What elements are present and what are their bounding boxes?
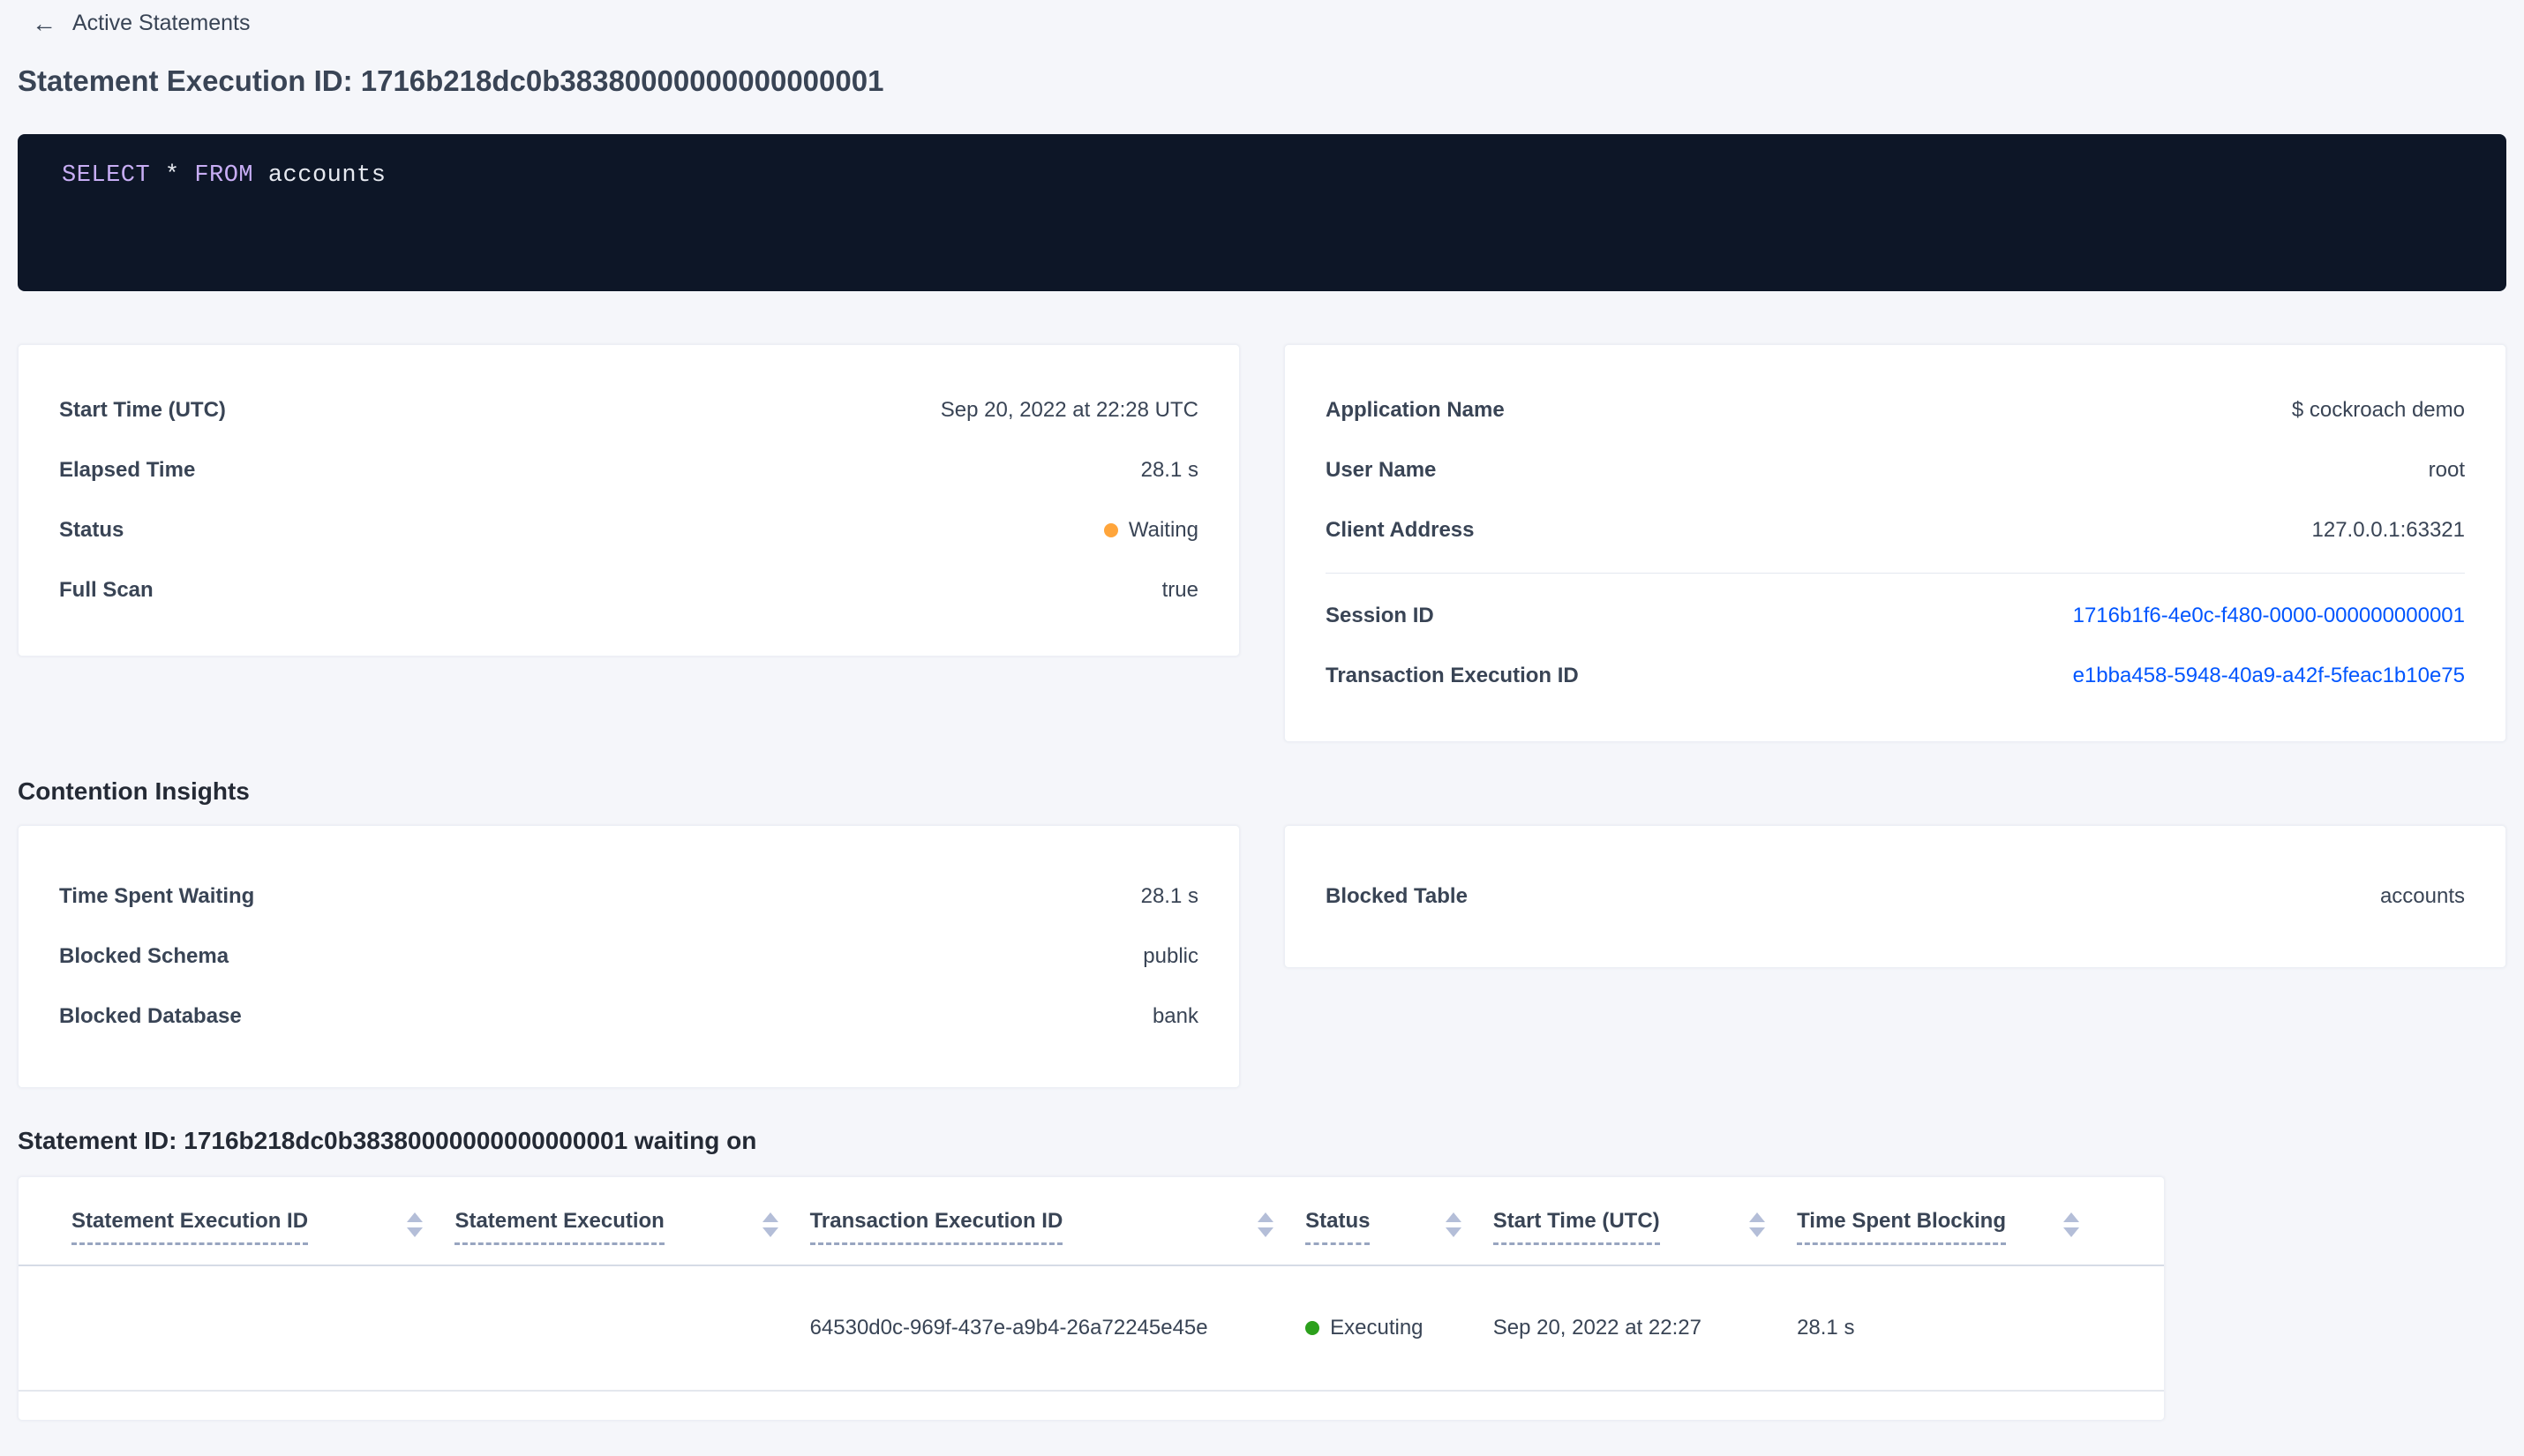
sort-icon (407, 1212, 424, 1237)
table-row-divider (19, 1390, 2164, 1392)
session-id-row: Session ID 1716b1f6-4e0c-f480-0000-00000… (1326, 586, 2465, 646)
table-row: 64530d0c-969f-437e-a9b4-26a72245e45e Exe… (19, 1266, 2164, 1390)
user-name-row: User Name root (1326, 440, 2465, 500)
transaction-execution-id-row: Transaction Execution ID e1bba458-5948-4… (1326, 646, 2465, 706)
back-to-active-statements-link[interactable]: ← Active Statements (32, 11, 250, 36)
sort-icon (1445, 1212, 1461, 1237)
cell-time-spent-blocking: 28.1 s (1797, 1316, 1855, 1340)
blocked-table-card: Blocked Table accounts (1284, 825, 2506, 968)
status-text: Waiting (1128, 518, 1198, 542)
contention-insights-heading: Contention Insights (18, 777, 250, 805)
client-address-row: Client Address 127.0.0.1:63321 (1326, 500, 2465, 560)
sql-keyword-from: FROM (194, 162, 254, 189)
column-header-statement-execution[interactable]: Statement Execution (454, 1209, 809, 1245)
sort-icon (762, 1212, 778, 1237)
transaction-execution-id-label: Transaction Execution ID (1326, 664, 1579, 687)
elapsed-time-row: Elapsed Time 28.1 s (59, 440, 1198, 500)
sort-icon (2062, 1212, 2079, 1237)
sort-icon (1749, 1212, 1766, 1237)
application-name-value: $ cockroach demo (2291, 398, 2465, 422)
blocked-schema-row: Blocked Schema public (59, 927, 1198, 987)
page-title: Statement Execution ID: 1716b218dc0b3838… (18, 64, 884, 97)
sql-keyword-select: SELECT (62, 162, 151, 189)
cell-status: Executing (1305, 1316, 1493, 1341)
sort-up-icon (1445, 1212, 1461, 1222)
sort-down-icon (1258, 1227, 1274, 1237)
sql-statement-box: SELECT * FROM accounts (18, 134, 2506, 291)
waiting-on-heading: Statement ID: 1716b218dc0b38380000000000… (18, 1127, 757, 1154)
sql-table-name: accounts (267, 162, 387, 189)
sort-up-icon (762, 1212, 778, 1222)
time-spent-waiting-row: Time Spent Waiting 28.1 s (59, 867, 1198, 927)
cell-transaction-execution-id: 64530d0c-969f-437e-a9b4-26a72245e45e (809, 1316, 1208, 1340)
time-spent-waiting-value: 28.1 s (1140, 884, 1198, 908)
transaction-execution-id-link[interactable]: e1bba458-5948-40a9-a42f-5feac1b10e75 (2073, 664, 2465, 688)
session-info-card: Application Name $ cockroach demo User N… (1284, 344, 2506, 742)
column-header-start-time[interactable]: Start Time (UTC) (1492, 1209, 1797, 1245)
blocked-table-row: Blocked Table accounts (1326, 867, 2465, 927)
column-header-status[interactable]: Status (1305, 1209, 1493, 1245)
application-name-label: Application Name (1326, 398, 1505, 422)
column-header-transaction-execution-id[interactable]: Transaction Execution ID (809, 1209, 1306, 1245)
sort-down-icon (1445, 1227, 1461, 1237)
blocked-table-value: accounts (2379, 884, 2465, 908)
client-address-value: 127.0.0.1:63321 (2311, 518, 2466, 542)
sql-star: * (164, 162, 180, 189)
status-value: Waiting (1103, 518, 1198, 543)
status-waiting-dot-icon (1103, 523, 1118, 537)
cell-start-time: Sep 20, 2022 at 22:27 (1492, 1316, 1701, 1340)
start-time-label: Start Time (UTC) (59, 398, 226, 422)
contention-details-card: Time Spent Waiting 28.1 s Blocked Schema… (18, 825, 1240, 1088)
sort-down-icon (1749, 1227, 1766, 1237)
client-address-label: Client Address (1326, 518, 1475, 542)
blocked-schema-value: public (1143, 944, 1198, 968)
elapsed-time-label: Elapsed Time (59, 458, 196, 482)
status-label: Status (59, 518, 124, 542)
sort-icon (1258, 1212, 1274, 1237)
full-scan-value: true (1161, 578, 1198, 602)
status-row: Status Waiting (59, 500, 1198, 560)
sort-down-icon (2062, 1227, 2079, 1237)
full-scan-label: Full Scan (59, 578, 154, 602)
status-executing-text: Executing (1330, 1315, 1424, 1340)
sort-up-icon (407, 1212, 424, 1222)
sort-up-icon (1258, 1212, 1274, 1222)
back-arrow-icon: ← (32, 9, 56, 37)
start-time-value: Sep 20, 2022 at 22:28 UTC (940, 398, 1198, 422)
blocked-database-value: bank (1152, 1004, 1198, 1028)
sort-up-icon (1749, 1212, 1766, 1222)
card-divider (1326, 573, 2465, 574)
user-name-value: root (2428, 458, 2465, 482)
sort-up-icon (2062, 1212, 2079, 1222)
execution-overview-card: Start Time (UTC) Sep 20, 2022 at 22:28 U… (18, 344, 1240, 657)
sort-down-icon (407, 1227, 424, 1237)
status-executing-dot-icon (1305, 1320, 1320, 1335)
summary-cards-row: Start Time (UTC) Sep 20, 2022 at 22:28 U… (18, 344, 2506, 742)
elapsed-time-value: 28.1 s (1140, 458, 1198, 482)
blocked-database-row: Blocked Database bank (59, 987, 1198, 1047)
application-name-row: Application Name $ cockroach demo (1326, 380, 2465, 440)
contention-cards-row: Time Spent Waiting 28.1 s Blocked Schema… (18, 825, 2506, 1088)
blocked-database-label: Blocked Database (59, 1004, 242, 1028)
user-name-label: User Name (1326, 458, 1437, 482)
table-header-row: Statement Execution ID Statement Executi… (19, 1177, 2164, 1245)
session-id-label: Session ID (1326, 604, 1434, 627)
blocked-table-label: Blocked Table (1326, 884, 1468, 908)
statement-execution-details-page: ← Active Statements Statement Execution … (0, 0, 2524, 1421)
waiting-table-wrap: Statement Execution ID Statement Executi… (18, 1176, 2506, 1421)
column-header-time-spent-blocking[interactable]: Time Spent Blocking (1797, 1209, 2111, 1245)
time-spent-waiting-label: Time Spent Waiting (59, 884, 255, 908)
column-header-statement-execution-id[interactable]: Statement Execution ID (71, 1209, 454, 1245)
start-time-row: Start Time (UTC) Sep 20, 2022 at 22:28 U… (59, 380, 1198, 440)
blocked-schema-label: Blocked Schema (59, 944, 229, 968)
back-link-label: Active Statements (72, 11, 251, 35)
session-id-link[interactable]: 1716b1f6-4e0c-f480-0000-000000000001 (2073, 604, 2465, 628)
full-scan-row: Full Scan true (59, 560, 1198, 620)
sort-down-icon (762, 1227, 778, 1237)
waiting-statements-table: Statement Execution ID Statement Executi… (18, 1176, 2165, 1421)
